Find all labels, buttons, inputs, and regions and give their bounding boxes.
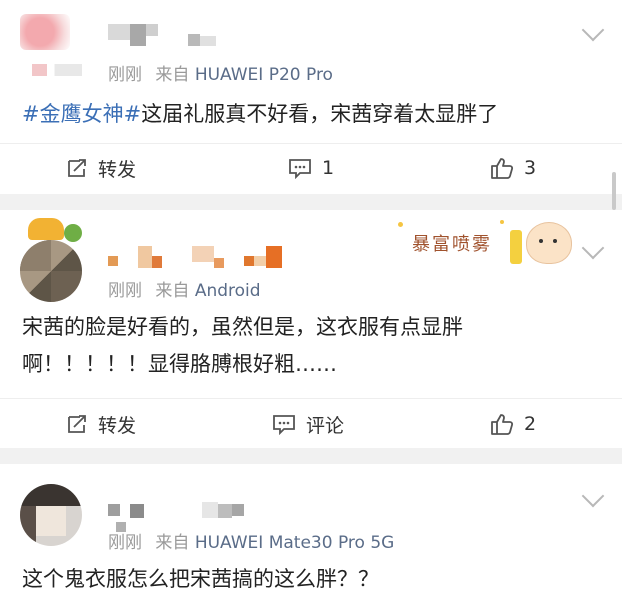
source-prefix: 来自 (155, 281, 190, 301)
source-device: HUAWEI P20 Pro (194, 65, 333, 85)
thumbs-up-icon (491, 414, 514, 435)
post-actions: 转发 1 3 (0, 148, 622, 188)
like-count: 3 (524, 157, 537, 179)
chevron-down-icon[interactable] (581, 484, 605, 508)
chevron-down-icon[interactable] (581, 18, 605, 42)
comment-icon (289, 159, 311, 179)
repost-button[interactable]: 转发 (66, 404, 136, 444)
cat-icon (526, 222, 572, 264)
post-text-line: 啊！！！！！显得胳膊根好粗…… (22, 352, 337, 376)
thumbs-up-icon (491, 158, 514, 179)
divider (0, 143, 622, 144)
like-count: 2 (524, 413, 537, 435)
avatar-frame-ornament (64, 224, 82, 242)
scrollbar[interactable] (612, 172, 616, 210)
post-card-2: 刚刚 来自 Android 暴富喷雾 宋茜的脸是好看的，虽然但是，这衣服有点显胖… (0, 210, 622, 448)
post-meta: 刚刚 来自 HUAWEI Mate30 Pro 5G (108, 528, 394, 553)
post-text: 这个鬼衣服怎么把宋茜搞的这么胖？？ (22, 562, 379, 596)
repost-icon (68, 415, 86, 433)
post-text-line: 宋茜的脸是好看的，虽然但是，这衣服有点显胖 (22, 315, 463, 339)
source-device: Android (194, 281, 261, 301)
comment-icon (273, 415, 295, 435)
avatar[interactable] (20, 240, 82, 302)
source-prefix: 来自 (155, 65, 190, 85)
post-meta: 刚刚 来自 HUAWEI P20 Pro (108, 60, 333, 85)
post-separator (0, 194, 622, 210)
username-mosaic[interactable] (108, 24, 216, 46)
post-meta: 刚刚 来自 Android (108, 276, 261, 301)
post-card-1: 刚刚 来自 HUAWEI P20 Pro #金鹰女神#这届礼服真不好看，宋茜穿着… (0, 0, 622, 194)
divider (0, 398, 622, 399)
source-device: HUAWEI Mate30 Pro 5G (194, 533, 395, 553)
repost-button[interactable]: 转发 (66, 148, 136, 188)
source-prefix: 来自 (155, 533, 190, 553)
like-button[interactable]: 3 (490, 148, 536, 188)
post-text: #金鹰女神#这届礼服真不好看，宋茜穿着太显胖了 (22, 97, 498, 131)
comment-button[interactable]: 1 (288, 148, 334, 188)
chevron-down-icon[interactable] (581, 236, 605, 260)
avatar[interactable] (20, 14, 70, 50)
username-mosaic[interactable] (108, 496, 244, 518)
post-text-line: 这个鬼衣服怎么把宋茜搞的这么胖？？ (22, 567, 379, 591)
repost-icon (68, 159, 86, 177)
avatar-frame-ornament (28, 218, 64, 240)
decor-badge: 暴富喷雾 (392, 216, 578, 274)
badge-text: 暴富喷雾 (412, 234, 492, 255)
spray-bottle-icon (510, 230, 522, 264)
time-label: 刚刚 (108, 533, 142, 553)
time-label: 刚刚 (108, 281, 142, 301)
comment-button[interactable]: 评论 (272, 404, 344, 444)
avatar[interactable] (20, 484, 82, 546)
post-separator (0, 448, 622, 464)
username-mosaic[interactable] (108, 246, 282, 268)
post-text-line: 这届礼服真不好看，宋茜穿着太显胖了 (141, 102, 499, 126)
post-card-3: 刚刚 来自 HUAWEI Mate30 Pro 5G 这个鬼衣服怎么把宋茜搞的这… (0, 464, 622, 592)
topic-tag[interactable]: #金鹰女神# (22, 102, 141, 126)
post-text: 宋茜的脸是好看的，虽然但是，这衣服有点显胖 啊！！！！！显得胳膊根好粗…… (22, 310, 463, 381)
post-actions: 转发 评论 2 (0, 404, 622, 444)
avatar-blur-dots (32, 64, 82, 76)
like-button[interactable]: 2 (490, 404, 536, 444)
repost-label: 转发 (98, 414, 137, 437)
time-label: 刚刚 (108, 65, 142, 85)
repost-label: 转发 (98, 158, 137, 181)
comment-count: 1 (322, 157, 335, 179)
comment-label: 评论 (306, 414, 345, 437)
